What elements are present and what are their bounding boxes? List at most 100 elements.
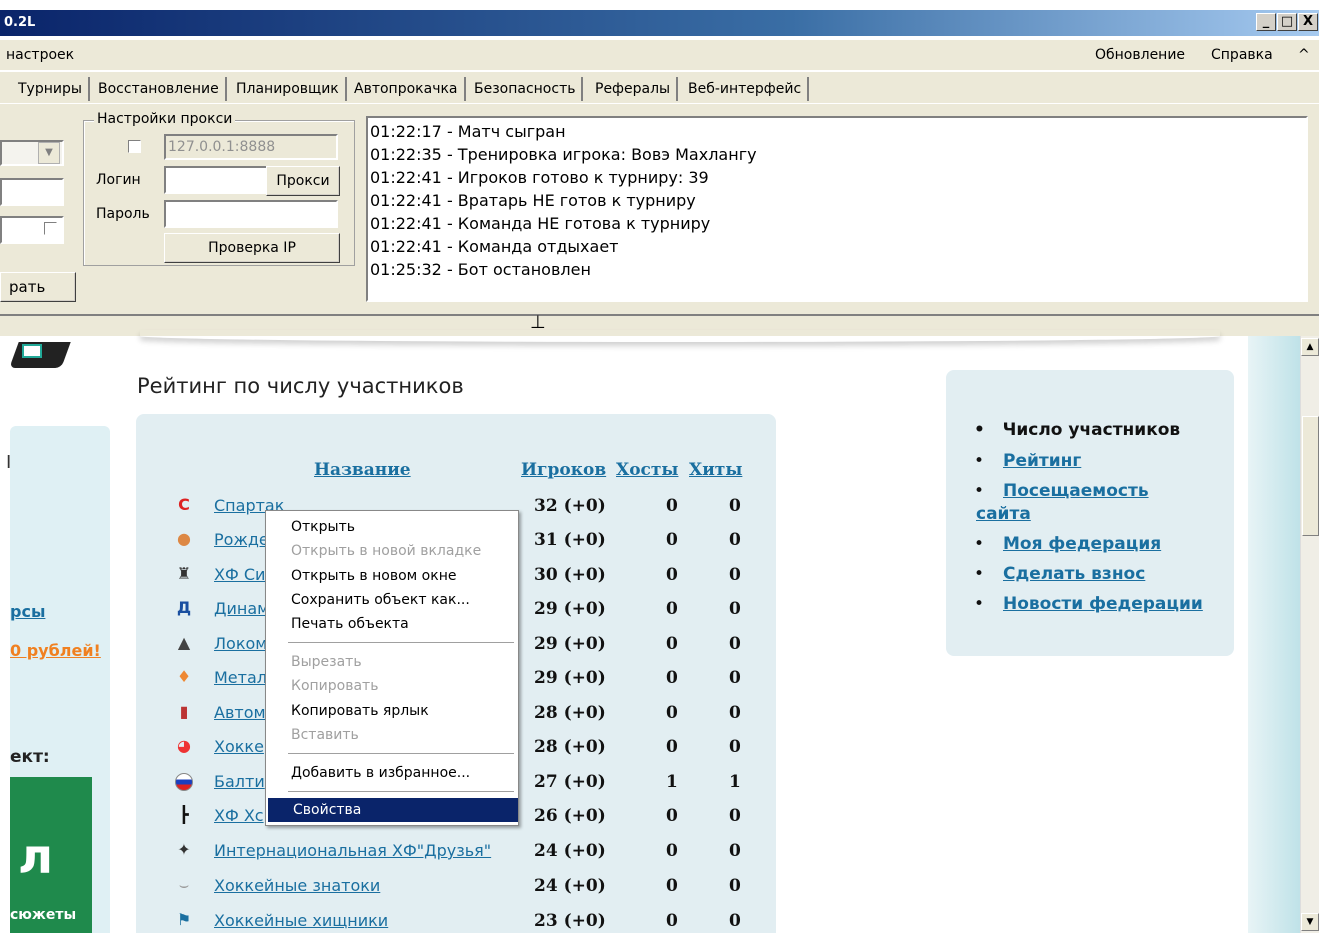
team-link[interactable]: Метал [214,668,267,687]
hits-count: 1 [729,772,741,792]
players-count: 24 (+0) [534,876,606,896]
left-banner[interactable]: л сюжеты [10,777,92,933]
hosts-count: 0 [666,599,678,619]
ball-icon: ◕ [177,736,191,755]
context-separator [288,642,514,643]
team-link[interactable]: ХФ Хс [214,806,264,825]
team-link[interactable]: Рожде [214,530,269,549]
scroll-up-icon[interactable]: ▲ [1301,338,1319,356]
left-text-field[interactable] [0,178,64,206]
hits-count: 0 [729,737,741,757]
column-header-players[interactable]: Игроков [521,460,606,480]
context-item-save-as[interactable]: Сохранить объект как... [266,588,516,612]
log-line: 01:22:41 - Вратарь НЕ готов к турниру [370,191,696,210]
team-link[interactable]: Хоккейные знатоки [214,876,380,895]
context-item-paste[interactable]: Вставить [266,723,516,747]
hosts-count: 0 [666,876,678,896]
right-nav-link-rating[interactable]: Рейтинг [1003,450,1253,473]
locomotive-icon: ▲ [177,633,191,652]
check-ip-button[interactable]: Проверка IP [164,233,340,263]
context-item-print[interactable]: Печать объекта [266,612,516,636]
flame-icon: ♦ [176,667,192,686]
minimize-button[interactable]: _ [1256,13,1276,31]
context-item-copy[interactable]: Копировать [266,674,516,698]
tab-scheduler[interactable]: Планировщик [232,77,347,101]
bullet-icon: • [974,451,985,471]
left-checkbox[interactable] [44,222,57,235]
right-nav-link-donate[interactable]: Сделать взнос [1003,563,1253,586]
login-field[interactable] [164,166,268,194]
table-row: ⌣ Хоккейные знатоки 24 (+0) 0 0 [170,870,770,904]
chevron-down-icon[interactable]: ▼ [38,142,60,164]
hosts-count: 0 [666,530,678,550]
column-header-hits[interactable]: Хиты [689,460,742,480]
tab-referrals[interactable]: Рефералы [591,77,679,101]
scroll-down-icon[interactable]: ▼ [1301,913,1319,931]
team-link[interactable]: Хоккейные хищники [214,911,388,930]
players-count: 30 (+0) [534,565,606,585]
context-item-add-favorites[interactable]: Добавить в избранное... [266,761,516,785]
context-item-open-new-window[interactable]: Открыть в новом окне [266,564,516,588]
password-field[interactable] [164,200,338,228]
scroll-thumb[interactable] [1302,416,1319,536]
right-nav-link-traffic[interactable]: Посещаемость сайта [976,480,1196,526]
maximize-button[interactable]: □ [1277,13,1297,31]
players-count: 27 (+0) [534,772,606,792]
column-header-name[interactable]: Название [314,460,411,480]
vertical-scrollbar[interactable]: ▲ ▼ [1300,336,1319,933]
right-nav-current-label: Число участников [1002,420,1181,440]
players-count: 29 (+0) [534,668,606,688]
tab-restore[interactable]: Восстановление [94,77,227,101]
left-link-fragment[interactable]: рсы [10,602,45,621]
team-link[interactable]: Автом [214,703,266,722]
tab-web-interface[interactable]: Веб-интерфейс [684,77,810,101]
hits-count: 0 [729,599,741,619]
menu-bar: настроек Обновление Справка ^ [0,40,1319,70]
context-item-open-new-tab[interactable]: Открыть в новой вкладке [266,539,516,563]
context-separator [288,791,514,792]
close-button[interactable]: X [1298,13,1318,31]
context-separator [288,753,514,754]
proxy-enable-checkbox[interactable] [128,140,141,153]
team-link[interactable]: Локом [214,634,267,653]
proxy-address-field[interactable]: 127.0.0.1:8888 [164,134,338,160]
hits-count: 0 [729,703,741,723]
hosts-count: 0 [666,841,678,861]
log-line: 01:22:41 - Команда НЕ готова к турниру [370,214,711,233]
context-item-copy-shortcut[interactable]: Копировать ярлык [266,699,516,723]
menu-update[interactable]: Обновление [1095,40,1185,70]
donate-link-fragment[interactable]: 0 рублей! [10,641,101,660]
banner-letter: л [18,829,54,885]
players-icon: ✦ [177,840,191,859]
log-line: 01:22:35 - Тренировка игрока: Вовэ Махла… [370,145,757,164]
hosts-count: 0 [666,737,678,757]
right-nav-link-my-federation[interactable]: Моя федерация [1003,533,1253,556]
hosts-count: 0 [666,668,678,688]
context-item-properties[interactable]: Свойства [268,798,518,822]
players-count: 23 (+0) [534,911,606,931]
window-title: 0.2L [4,15,36,30]
tab-autolevel[interactable]: Автопрокачка [350,77,466,101]
menu-help[interactable]: Справка [1211,40,1273,70]
team-link[interactable]: ХФ Си [214,565,265,584]
menu-settings[interactable]: настроек [6,40,74,70]
page-decoration [1248,336,1300,933]
team-link[interactable]: Интернациональная ХФ"Друзья" [214,841,491,860]
tab-security[interactable]: Безопасность [470,77,584,101]
team-link[interactable]: Динам [214,599,269,618]
hits-count: 0 [729,911,741,931]
tab-tournaments[interactable]: Турниры [14,77,90,101]
left-action-button[interactable]: рать [0,272,76,302]
right-nav-link-news[interactable]: Новости федерации [1003,593,1253,616]
column-header-hosts[interactable]: Хосты [616,460,678,480]
context-menu: Открыть Открыть в новой вкладке Открыть … [265,510,519,826]
context-item-cut[interactable]: Вырезать [266,650,516,674]
event-log[interactable]: 01:22:17 - Матч сыгран 01:22:35 - Тренир… [366,116,1308,302]
menu-collapse-icon[interactable]: ^ [1298,40,1310,70]
context-item-open[interactable]: Открыть [266,515,516,539]
team-link[interactable]: Хокке [214,737,264,756]
team-link[interactable]: Балти [214,772,265,791]
proxy-button[interactable]: Прокси [266,166,340,196]
players-count: 31 (+0) [534,530,606,550]
players-count: 29 (+0) [534,599,606,619]
